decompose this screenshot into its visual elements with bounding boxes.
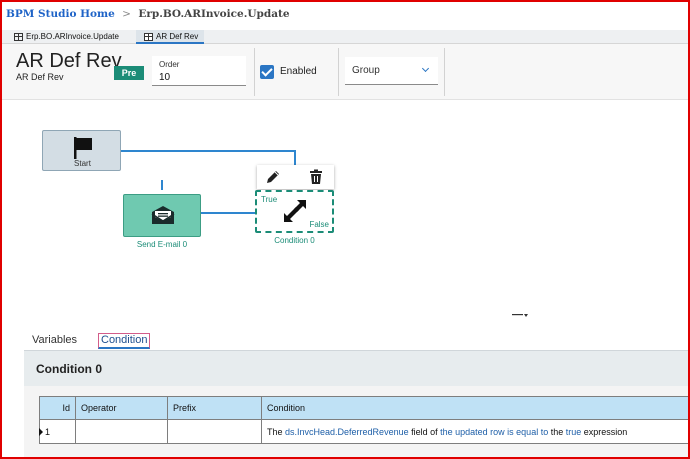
node-toolbar xyxy=(257,165,334,189)
workflow-canvas[interactable]: Start Send E-mail 0 True False Condition… xyxy=(2,101,688,319)
section-title: Condition 0 xyxy=(36,362,102,376)
table-row[interactable]: 1 The ds.InvcHead.DeferredRevenue field … xyxy=(39,419,689,444)
cell-id-value: 1 xyxy=(45,426,51,437)
send-email-node-label: Send E-mail 0 xyxy=(136,240,188,249)
divider xyxy=(254,48,255,96)
properties-panel: Variables Condition Condition 0 Id Opera… xyxy=(24,330,689,459)
cell-operator[interactable] xyxy=(75,419,168,444)
condition-node[interactable]: True False xyxy=(255,190,334,233)
send-email-node[interactable] xyxy=(123,194,201,237)
enabled-checkbox[interactable] xyxy=(260,65,274,79)
order-label: Order xyxy=(159,60,180,69)
start-node-label: Start xyxy=(74,159,91,168)
table-icon xyxy=(144,33,153,41)
condition-text: expression xyxy=(581,426,628,437)
tab-ar-def-rev[interactable]: AR Def Rev xyxy=(136,30,204,44)
pre-badge: Pre xyxy=(114,66,144,80)
cell-condition[interactable]: The ds.InvcHead.DeferredRevenue field of… xyxy=(261,419,689,444)
condition-row-expression-link[interactable]: the updated row is equal to xyxy=(440,427,548,437)
cell-prefix[interactable] xyxy=(167,419,262,444)
column-header-prefix[interactable]: Prefix xyxy=(167,396,262,420)
connector-stub xyxy=(161,180,163,190)
condition-text: The xyxy=(267,426,286,437)
breadcrumb-current[interactable]: Erp.BO.ARInvoice.Update xyxy=(138,8,289,20)
collapse-handle-icon[interactable] xyxy=(512,313,528,319)
condition-value-link[interactable]: true xyxy=(566,427,582,437)
condition-arrows-icon xyxy=(284,200,306,222)
order-field[interactable]: Order 10 xyxy=(152,56,246,86)
envelope-icon xyxy=(151,206,175,224)
condition-text: the xyxy=(548,426,566,437)
condition-table: Id Operator Prefix Condition 1 The ds.In… xyxy=(39,396,689,444)
connector-start-to-condition xyxy=(121,150,295,152)
condition-false-label: False xyxy=(309,220,329,229)
tab-label: Erp.BO.ARInvoice.Update xyxy=(26,32,119,41)
column-header-id[interactable]: Id xyxy=(39,396,76,420)
breadcrumb-separator: > xyxy=(122,8,131,20)
page-title: AR Def Rev xyxy=(16,50,122,72)
breadcrumb-home-link[interactable]: BPM Studio Home xyxy=(6,8,115,20)
tab-arinvoice-update[interactable]: Erp.BO.ARInvoice.Update xyxy=(6,30,128,44)
flag-icon xyxy=(74,137,92,159)
panel-tabs: Variables Condition xyxy=(24,330,688,350)
tab-variables[interactable]: Variables xyxy=(32,334,77,346)
tab-condition[interactable]: Condition xyxy=(98,333,151,349)
pencil-icon[interactable] xyxy=(265,169,281,185)
row-indicator-icon xyxy=(39,428,43,436)
group-dropdown[interactable]: Group xyxy=(345,57,438,85)
condition-text: field of xyxy=(408,426,441,437)
order-input[interactable]: 10 xyxy=(159,72,170,83)
table-icon xyxy=(14,33,23,41)
trash-icon[interactable] xyxy=(308,169,324,185)
connector-start-to-condition xyxy=(294,150,296,165)
page-subtitle: AR Def Rev xyxy=(16,72,64,82)
tab-bar: Erp.BO.ARInvoice.Update AR Def Rev xyxy=(2,30,688,44)
directive-header: AR Def Rev AR Def Rev Pre Order 10 Enabl… xyxy=(2,44,688,100)
enabled-label: Enabled xyxy=(280,66,317,77)
breadcrumb: BPM Studio Home > Erp.BO.ARInvoice.Updat… xyxy=(6,8,290,20)
connector-email-to-condition xyxy=(201,212,255,214)
tab-label: AR Def Rev xyxy=(156,32,199,41)
condition-grid-area: Id Operator Prefix Condition 1 The ds.In… xyxy=(24,386,689,459)
column-header-condition[interactable]: Condition xyxy=(261,396,689,420)
divider xyxy=(444,48,445,96)
condition-section-header: Condition 0 xyxy=(24,350,688,386)
column-header-operator[interactable]: Operator xyxy=(75,396,168,420)
condition-field-link[interactable]: ds.InvcHead.DeferredRevenue xyxy=(285,427,409,437)
group-value: Group xyxy=(352,65,380,76)
chevron-down-icon xyxy=(421,64,430,73)
condition-node-label: Condition 0 xyxy=(274,236,315,245)
cell-id[interactable]: 1 xyxy=(39,419,76,444)
condition-true-label: True xyxy=(261,195,278,204)
divider xyxy=(338,48,339,96)
table-header-row: Id Operator Prefix Condition xyxy=(39,396,689,420)
